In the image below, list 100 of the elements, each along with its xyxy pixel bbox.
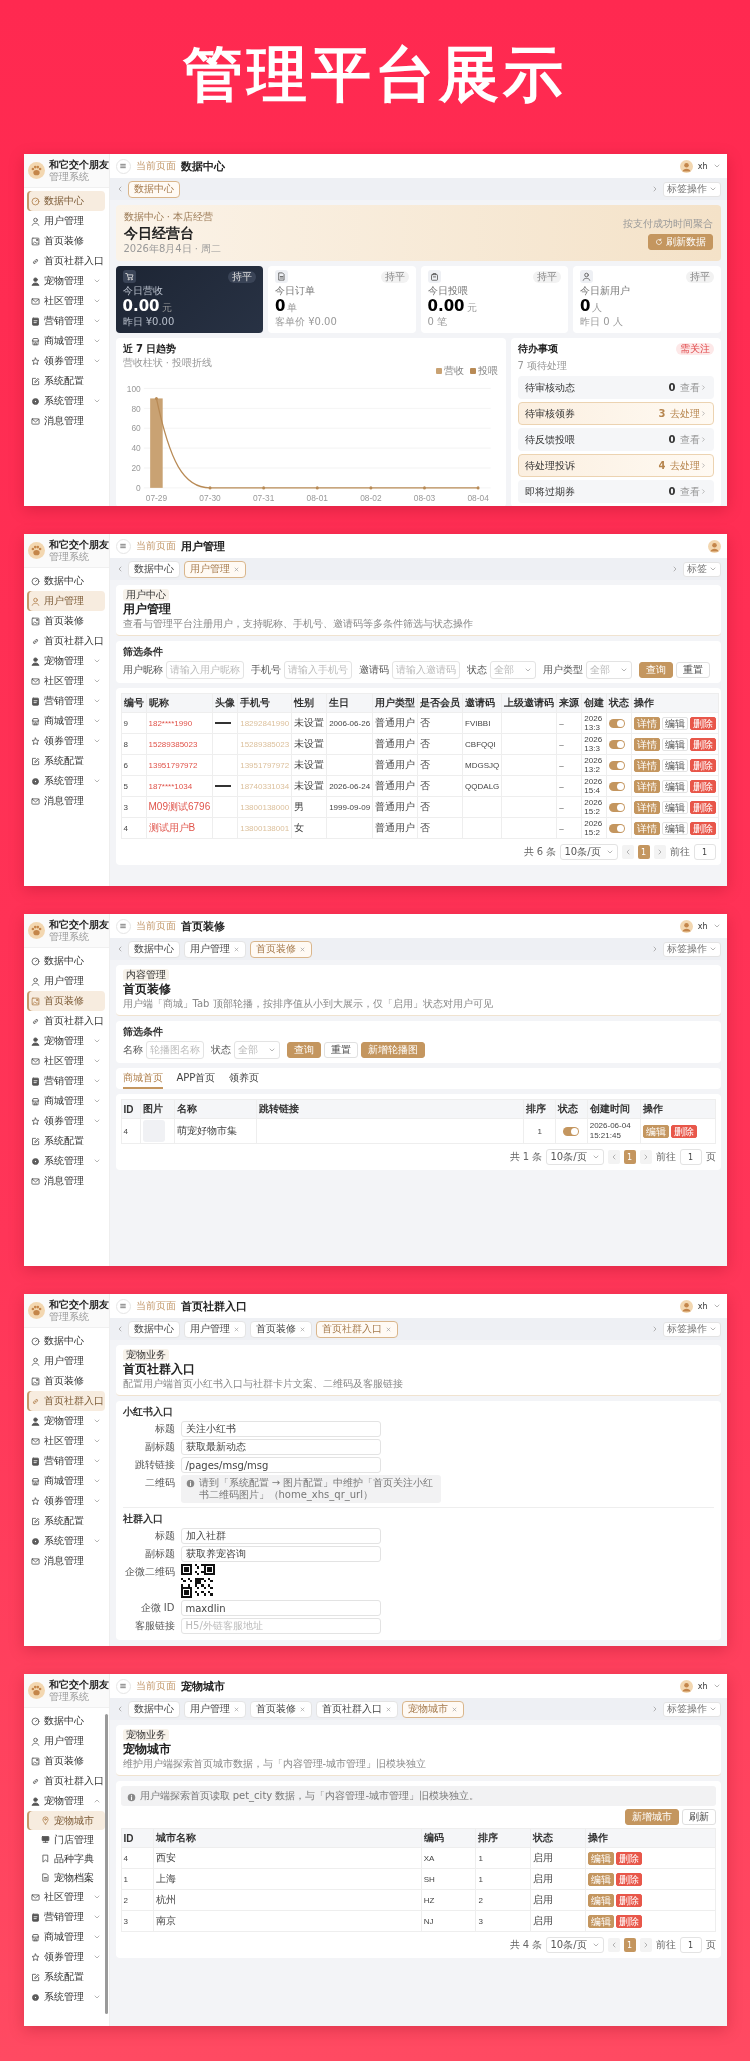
next-page-button[interactable] xyxy=(653,845,666,859)
sidebar-item[interactable]: 消息管理 xyxy=(26,1551,105,1571)
page-tab[interactable]: 用户管理 xyxy=(183,1700,246,1718)
filter-button[interactable]: 重置 xyxy=(323,1042,358,1058)
sidebar-item[interactable]: 首页社群入口 xyxy=(26,1391,105,1411)
user-name[interactable]: xh xyxy=(697,1681,708,1691)
page-size-select[interactable]: 10条/页 xyxy=(546,1149,604,1165)
page-tab[interactable]: 用户管理 xyxy=(183,940,246,958)
sidebar-item[interactable]: 领券管理 xyxy=(26,1947,105,1967)
page-tab[interactable]: 首页装修 xyxy=(249,1700,312,1718)
previous-page-button[interactable] xyxy=(607,1938,620,1952)
sidebar-item[interactable]: 领券管理 xyxy=(26,731,105,751)
next-page-button[interactable] xyxy=(639,1938,652,1952)
page-tab[interactable]: 数据中心 xyxy=(127,560,180,578)
sidebar-item[interactable]: 数据中心 xyxy=(26,951,105,971)
scrollbar[interactable] xyxy=(104,1714,108,2014)
sidebar-item[interactable]: 社区管理 xyxy=(26,291,105,311)
content-tab[interactable]: 商城首页 xyxy=(122,1071,163,1089)
menu-button[interactable] xyxy=(115,538,131,554)
status-toggle[interactable] xyxy=(609,824,626,834)
action-button[interactable]: 编辑 xyxy=(662,758,689,772)
sidebar-item[interactable]: 社区管理 xyxy=(26,1051,105,1071)
page-tab[interactable]: 数据中心 xyxy=(127,1700,180,1718)
status-toggle[interactable] xyxy=(609,719,626,729)
sidebar-item[interactable]: 领券管理 xyxy=(26,1491,105,1511)
sidebar-item[interactable]: 商城管理 xyxy=(26,1471,105,1491)
action-button[interactable]: 删除 xyxy=(690,737,717,751)
action-button[interactable]: 删除 xyxy=(690,758,717,772)
sidebar-item[interactable]: 首页社群入口 xyxy=(26,1011,105,1031)
sidebar-item[interactable]: 用户管理 xyxy=(26,1731,105,1751)
sidebar-item[interactable]: 首页社群入口 xyxy=(26,631,105,651)
next-page-button[interactable] xyxy=(639,1150,652,1164)
input-field[interactable]: /pages/msg/msg xyxy=(180,1457,381,1473)
sidebar-item[interactable]: 宠物管理 xyxy=(26,651,105,671)
input-field[interactable]: 获取养宠咨询 xyxy=(180,1546,381,1562)
sidebar-item[interactable]: 商城管理 xyxy=(26,1927,105,1947)
sidebar-item[interactable]: 系统配置 xyxy=(26,1131,105,1151)
tab-actions-dropdown[interactable]: 标签操作 xyxy=(662,941,721,957)
action-button[interactable]: 编辑 xyxy=(662,737,689,751)
action-button[interactable]: 删除 xyxy=(690,716,717,730)
sidebar-item[interactable]: 消息管理 xyxy=(26,1171,105,1191)
status-toggle[interactable] xyxy=(609,740,626,750)
tab-actions-dropdown[interactable]: 标签操作 xyxy=(662,1321,721,1337)
menu-button[interactable] xyxy=(115,158,131,174)
action-button[interactable]: 删除 xyxy=(616,1872,643,1886)
todo-item[interactable]: 待反馈投喂 0 查看 xyxy=(517,428,714,451)
sidebar-item[interactable]: 营销管理 xyxy=(26,691,105,711)
avatar-icon[interactable] xyxy=(679,1299,693,1313)
action-button[interactable]: 删除 xyxy=(690,821,717,835)
sidebar-item[interactable]: 宠物管理 xyxy=(26,271,105,291)
sidebar-item[interactable]: 消息管理 xyxy=(26,411,105,431)
action-button[interactable]: 删除 xyxy=(616,1914,643,1928)
sidebar-item[interactable]: 数据中心 xyxy=(26,571,105,591)
status-toggle[interactable] xyxy=(609,782,626,792)
sidebar-item[interactable]: 宠物管理 xyxy=(26,1791,105,1811)
tab-actions-dropdown[interactable]: 标签操作 xyxy=(662,181,721,197)
sidebar-item[interactable]: 社区管理 xyxy=(26,1887,105,1907)
sidebar-item[interactable]: 营销管理 xyxy=(26,1451,105,1471)
content-tab[interactable]: APP首页 xyxy=(176,1071,216,1089)
status-toggle[interactable] xyxy=(563,1127,580,1137)
action-button[interactable]: 编辑 xyxy=(662,779,689,793)
sidebar-item[interactable]: 首页社群入口 xyxy=(26,1771,105,1791)
action-button[interactable]: 删除 xyxy=(670,1124,697,1138)
action-button[interactable]: 删除 xyxy=(690,800,717,814)
sidebar-item[interactable]: 首页装修 xyxy=(26,1751,105,1771)
sidebar-item[interactable]: 系统配置 xyxy=(26,371,105,391)
sidebar-item[interactable]: 系统管理 xyxy=(26,1151,105,1171)
sidebar-item[interactable]: 首页装修 xyxy=(26,231,105,251)
sidebar-item[interactable]: 营销管理 xyxy=(26,1071,105,1091)
sidebar-item[interactable]: 用户管理 xyxy=(26,971,105,991)
page-tab[interactable]: 宠物城市 xyxy=(401,1700,464,1718)
page-tab[interactable]: 用户管理 xyxy=(183,560,246,578)
menu-button[interactable] xyxy=(115,1678,131,1694)
todo-item[interactable]: 待审核动态 0 查看 xyxy=(517,376,714,399)
sidebar-item[interactable]: 系统管理 xyxy=(26,1987,105,2007)
page-tab[interactable]: 数据中心 xyxy=(127,1320,180,1338)
page-tab[interactable]: 数据中心 xyxy=(127,940,180,958)
status-toggle[interactable] xyxy=(609,761,626,771)
input-field[interactable]: 获取最新动态 xyxy=(180,1439,381,1455)
input-field[interactable]: maxdlin xyxy=(180,1600,381,1616)
sidebar-item[interactable]: 首页社群入口 xyxy=(26,251,105,271)
todo-item[interactable]: 待处理投诉 4 去处理 xyxy=(517,454,714,477)
sidebar-item[interactable]: 领券管理 xyxy=(26,351,105,371)
sidebar-subitem[interactable]: 品种字典 xyxy=(26,1849,105,1868)
tab-actions-dropdown[interactable]: 标签 xyxy=(682,561,721,577)
input-field[interactable]: 关注小红书 xyxy=(180,1421,381,1437)
page-tab[interactable]: 首页装修 xyxy=(249,940,312,958)
page-tab[interactable]: 数据中心 xyxy=(127,180,180,198)
sidebar-item[interactable]: 系统管理 xyxy=(26,1531,105,1551)
menu-button[interactable] xyxy=(115,1298,131,1314)
action-button[interactable]: 删除 xyxy=(616,1851,643,1865)
sidebar-item[interactable]: 系统配置 xyxy=(26,1967,105,1987)
page-tab[interactable]: 用户管理 xyxy=(183,1320,246,1338)
filter-button[interactable]: 重置 xyxy=(675,662,710,678)
action-button[interactable]: 编辑 xyxy=(662,716,689,730)
toolbar-button[interactable]: 刷新 xyxy=(681,1809,716,1825)
goto-page-field[interactable]: 1 xyxy=(679,1937,702,1953)
sidebar-item[interactable]: 商城管理 xyxy=(26,1091,105,1111)
sidebar-item[interactable]: 商城管理 xyxy=(26,331,105,351)
sidebar-item[interactable]: 领券管理 xyxy=(26,1111,105,1131)
